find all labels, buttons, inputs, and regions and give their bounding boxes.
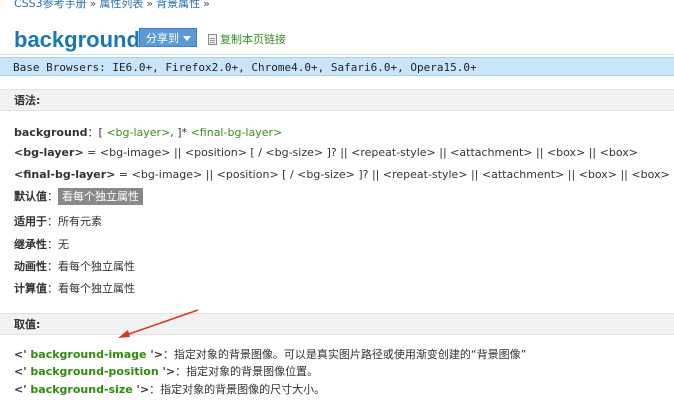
- copy-page-link[interactable]: 复制本页链接: [208, 31, 286, 47]
- inherited-row: 继承性：无: [14, 236, 69, 252]
- background-size-link[interactable]: background-size: [30, 383, 132, 396]
- syntax-property-name: background: [14, 126, 88, 139]
- value-bracket: <': [14, 365, 31, 378]
- default-value-row: 默认值： 看每个独立属性: [14, 188, 143, 205]
- inherited-value: 无: [58, 238, 69, 251]
- value-bracket: '>: [132, 383, 150, 396]
- syntax-heading: 语法:: [0, 89, 674, 111]
- value-bracket: '>: [158, 365, 176, 378]
- value-item: <' background-image '>：指定对象的背景图像。可以是真实图片…: [14, 346, 526, 362]
- colon: ：: [47, 282, 58, 295]
- computed-value-value: 看每个独立属性: [58, 282, 135, 295]
- applies-to-row: 适用于：所有元素: [14, 213, 102, 229]
- colon: ：: [47, 238, 58, 251]
- divider: [0, 54, 674, 55]
- syntax-text: ：[: [87, 126, 107, 139]
- default-value-label: 默认值: [14, 190, 47, 203]
- page-title: background: [14, 27, 140, 52]
- syntax-line-final-bg-layer: <final-bg-layer> = <bg-image> || <positi…: [14, 168, 674, 181]
- default-value-badge: 看每个独立属性: [58, 188, 143, 205]
- animatable-row: 动画性：看每个独立属性: [14, 258, 135, 274]
- computed-value-row: 计算值：看每个独立属性: [14, 280, 135, 296]
- value-description: ：指定对象的背景图像的尺寸大小。: [149, 383, 326, 396]
- share-button[interactable]: 分享到: [139, 28, 197, 47]
- inherited-label: 继承性: [14, 238, 47, 251]
- syntax-text: = <bg-image> || <position> [ / <bg-size>…: [115, 168, 674, 181]
- colon: ：: [47, 215, 58, 228]
- syntax-text: = <bg-image> || <position> [ / <bg-size>…: [83, 146, 638, 159]
- value-bracket: '>: [146, 348, 163, 361]
- caret-down-icon: [183, 36, 191, 41]
- bg-layer-link[interactable]: <bg-layer>: [106, 126, 170, 139]
- values-heading: 取值:: [0, 313, 674, 335]
- breadcrumb-separator: »: [203, 0, 210, 10]
- value-item: <' background-size '>：指定对象的背景图像的尺寸大小。: [14, 381, 325, 397]
- breadcrumb-home-link[interactable]: CSS3参考手册: [14, 0, 87, 10]
- value-description: ：指定对象的背景图像。可以是真实图片路径或使用渐变创建的“背景图像”: [162, 348, 527, 361]
- background-position-link[interactable]: background-position: [30, 365, 158, 378]
- value-bracket: <': [14, 348, 31, 361]
- final-bg-layer-link[interactable]: <final-bg-layer>: [191, 126, 283, 139]
- value-bracket: <': [14, 383, 31, 396]
- syntax-term: <bg-layer>: [14, 146, 84, 159]
- colon: ：: [47, 260, 58, 273]
- syntax-line-background: background：[ <bg-layer>, ]* <final-bg-la…: [14, 124, 282, 140]
- colon: ：: [47, 190, 58, 203]
- animatable-label: 动画性: [14, 260, 47, 273]
- applies-to-label: 适用于: [14, 215, 47, 228]
- document-icon: [208, 34, 217, 45]
- value-description: ：指定对象的背景图像位置。: [175, 365, 319, 378]
- syntax-text: , ]*: [170, 126, 191, 139]
- syntax-term: <final-bg-layer>: [14, 168, 116, 181]
- copy-link-label: 复制本页链接: [220, 33, 286, 46]
- browser-support-bar: Base Browsers: IE6.0+, Firefox2.0+, Chro…: [0, 57, 674, 76]
- breadcrumb-list-link[interactable]: 属性列表: [99, 0, 143, 10]
- applies-to-value: 所有元素: [58, 215, 102, 228]
- share-button-label: 分享到: [146, 32, 179, 45]
- background-image-link[interactable]: background-image: [30, 348, 146, 361]
- animatable-value: 看每个独立属性: [58, 260, 135, 273]
- breadcrumb-separator: »: [146, 0, 154, 10]
- breadcrumb: CSS3参考手册» 属性列表» 背景属性»: [14, 0, 213, 11]
- computed-value-label: 计算值: [14, 282, 47, 295]
- syntax-line-bg-layer: <bg-layer> = <bg-image> || <position> [ …: [14, 146, 638, 159]
- breadcrumb-current-link[interactable]: 背景属性: [156, 0, 200, 10]
- value-item: <' background-position '>：指定对象的背景图像位置。: [14, 363, 318, 379]
- breadcrumb-separator: »: [89, 0, 97, 10]
